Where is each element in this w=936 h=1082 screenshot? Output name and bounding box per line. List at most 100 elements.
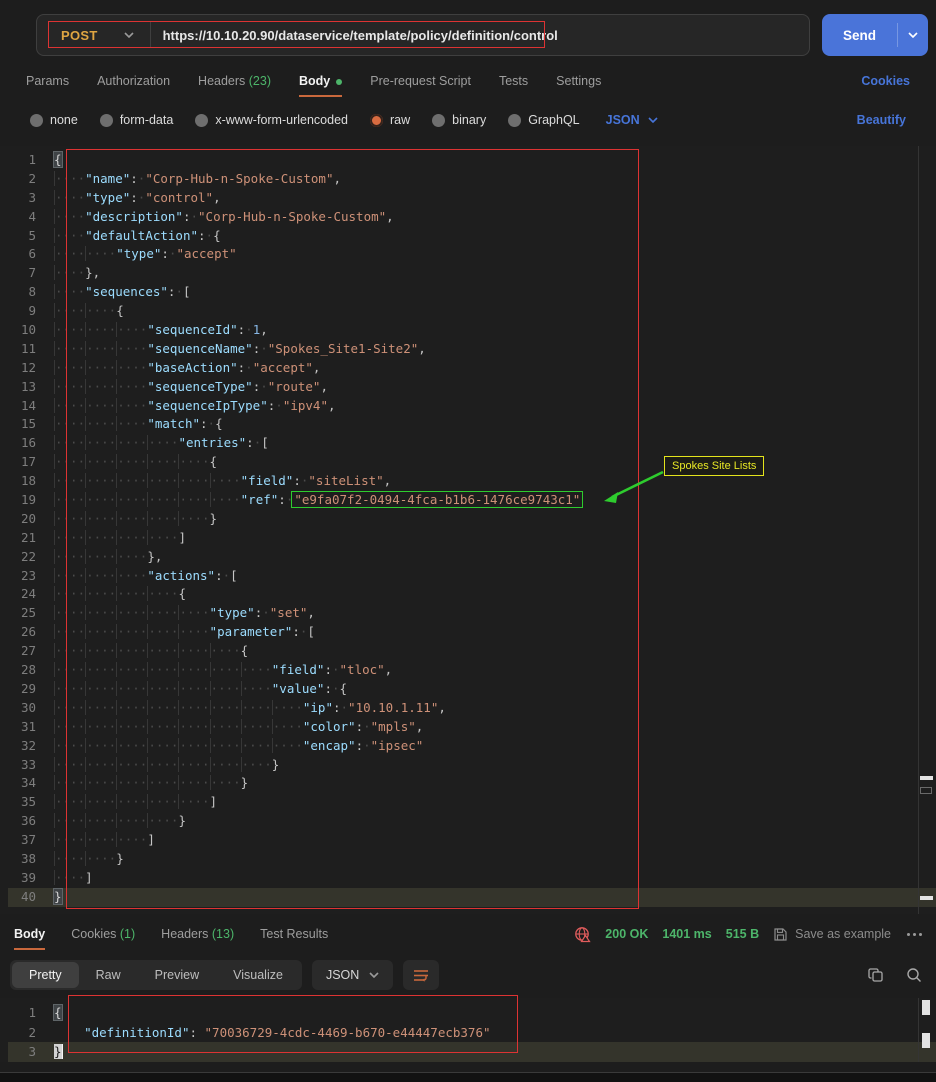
code-line: 16················"entries":·[ (8, 434, 936, 453)
cookies-link[interactable]: Cookies (861, 74, 910, 88)
code-line: 23············"actions":·[ (8, 567, 936, 586)
editor-scroll-divider (918, 146, 919, 914)
code-line: 18························"field":·"site… (8, 472, 936, 491)
scrollbar-mark[interactable] (920, 896, 933, 900)
radio-icon (30, 114, 43, 127)
code-line: 2····"name":·"Corp-Hub-n-Spoke-Custom", (8, 170, 936, 189)
send-options-button[interactable] (898, 32, 928, 38)
code-line: 12············"baseAction":·"accept", (8, 359, 936, 378)
radio-label: x-www-form-urlencoded (215, 113, 348, 127)
response-size[interactable]: 515 B (726, 927, 759, 941)
code-line: 33····························} (8, 756, 936, 775)
method-dropdown[interactable]: POST (37, 28, 150, 43)
tab-count-badge: (23) (245, 74, 271, 88)
beautify-button[interactable]: Beautify (857, 113, 906, 127)
body-type-radio-raw[interactable]: raw (370, 113, 410, 127)
response-tab-cookies[interactable]: Cookies (1) (71, 927, 135, 941)
tab-tests[interactable]: Tests (499, 74, 528, 88)
tab-body[interactable]: Body (299, 74, 342, 88)
code-line: 26····················"parameter":·[ (8, 623, 936, 642)
radio-icon (508, 114, 521, 127)
response-meta: 200 OK 1401 ms 515 B Save as example (574, 926, 922, 943)
request-body-editor[interactable]: 1{2····"name":·"Corp-Hub-n-Spoke-Custom"… (0, 146, 936, 914)
body-type-radio-form-data[interactable]: form-data (100, 113, 174, 127)
copy-icon[interactable] (868, 967, 884, 983)
code-line: 9········{ (8, 302, 936, 321)
response-tab-headers[interactable]: Headers (13) (161, 927, 234, 941)
request-bar: POST Send (36, 14, 928, 56)
search-icon[interactable] (906, 967, 922, 983)
postman-app: POST Send Params Authorization Headers (23… (0, 0, 936, 1082)
view-tab-visualize[interactable]: Visualize (216, 962, 300, 988)
tab-authorization[interactable]: Authorization (97, 74, 170, 88)
code-line: 30································"ip":·… (8, 699, 936, 718)
ssl-warning-globe-icon[interactable] (574, 926, 591, 943)
response-time[interactable]: 1401 ms (662, 927, 711, 941)
code-line: 24················{ (8, 585, 936, 604)
body-type-radio-binary[interactable]: binary (432, 113, 486, 127)
scrollbar-mark[interactable] (920, 787, 932, 794)
code-line: 37············] (8, 831, 936, 850)
radio-label: form-data (120, 113, 174, 127)
line-number: 1 (8, 1003, 54, 1023)
response-language-dropdown[interactable]: JSON (312, 960, 393, 990)
view-tab-raw[interactable]: Raw (79, 962, 138, 988)
line-number: 35 (8, 793, 54, 812)
wrap-lines-button[interactable] (403, 960, 439, 990)
code-line: 5····"defaultAction":·{ (8, 227, 936, 246)
code-line: 22············}, (8, 548, 936, 567)
request-url-box: POST (36, 14, 810, 56)
line-number: 5 (8, 227, 54, 246)
line-number: 11 (8, 340, 54, 359)
response-right-icons (868, 967, 922, 983)
code-line: 21················] (8, 529, 936, 548)
url-input[interactable] (151, 28, 809, 43)
status-code[interactable]: 200 OK (605, 927, 648, 941)
scrollbar-thumb[interactable] (922, 1000, 930, 1015)
radio-label: raw (390, 113, 410, 127)
raw-language-dropdown[interactable]: JSON (606, 113, 658, 127)
tab-params[interactable]: Params (26, 74, 69, 88)
code-line: 15············"match":·{ (8, 415, 936, 434)
status-bar (0, 1072, 936, 1082)
view-tab-pretty[interactable]: Pretty (12, 962, 79, 988)
save-icon (773, 927, 788, 942)
code-line: 3} (8, 1042, 936, 1062)
line-number: 18 (8, 472, 54, 491)
chevron-down-icon (124, 32, 134, 38)
response-body-editor[interactable]: 1{2 "definitionId": "70036729-4cdc-4469-… (0, 998, 936, 1062)
body-type-radio-none[interactable]: none (30, 113, 78, 127)
tab-headers[interactable]: Headers (23) (198, 74, 271, 88)
code-line: 4····"description":·"Corp-Hub-n-Spoke-Cu… (8, 208, 936, 227)
line-number: 22 (8, 548, 54, 567)
line-number: 32 (8, 737, 54, 756)
code-line: 25····················"type":·"set", (8, 604, 936, 623)
line-number: 17 (8, 453, 54, 472)
code-line: 28····························"field":·"… (8, 661, 936, 680)
body-type-radio-x-www-form-urlencoded[interactable]: x-www-form-urlencoded (195, 113, 348, 127)
code-line: 7····}, (8, 264, 936, 283)
view-tab-preview[interactable]: Preview (138, 962, 216, 988)
response-tab-test-results[interactable]: Test Results (260, 927, 328, 941)
tab-settings[interactable]: Settings (556, 74, 601, 88)
code-line: 36················} (8, 812, 936, 831)
more-options-icon[interactable] (907, 933, 922, 936)
line-number: 15 (8, 415, 54, 434)
line-number: 9 (8, 302, 54, 321)
code-line: 39····] (8, 869, 936, 888)
response-tab-body[interactable]: Body (14, 927, 45, 941)
send-button[interactable]: Send (822, 14, 928, 56)
line-number: 2 (8, 170, 54, 189)
line-number: 12 (8, 359, 54, 378)
tab-pre-request-script[interactable]: Pre-request Script (370, 74, 471, 88)
scrollbar-thumb[interactable] (922, 1033, 930, 1048)
code-line: 40} (8, 888, 936, 907)
line-number: 28 (8, 661, 54, 680)
line-number: 6 (8, 245, 54, 264)
line-number: 31 (8, 718, 54, 737)
save-as-example-button[interactable]: Save as example (773, 927, 891, 942)
editor-scroll-divider (918, 998, 919, 1062)
scrollbar-mark[interactable] (920, 776, 933, 780)
body-type-radio-graphql[interactable]: GraphQL (508, 113, 579, 127)
radio-label: none (50, 113, 78, 127)
